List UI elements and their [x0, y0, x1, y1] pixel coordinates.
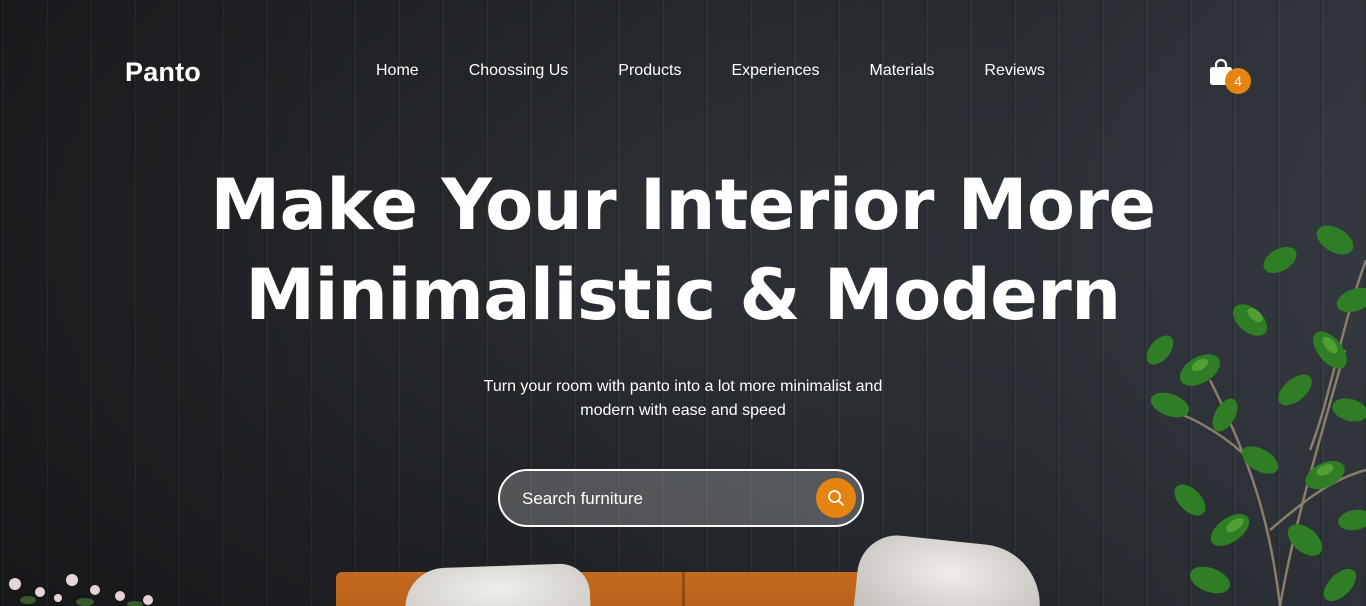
- nav-item-experiences[interactable]: Experiences: [731, 62, 819, 80]
- nav-item-choosing-us[interactable]: Choossing Us: [469, 62, 569, 80]
- nav-item-materials[interactable]: Materials: [869, 62, 934, 80]
- search-button[interactable]: [816, 478, 856, 518]
- search-bar: [498, 469, 864, 527]
- hero-section: Panto Home Choossing Us Products Experie…: [0, 0, 1366, 606]
- nav-item-products[interactable]: Products: [618, 62, 681, 80]
- pillow-image: [404, 562, 591, 606]
- cart-button[interactable]: 4: [1208, 58, 1252, 96]
- flowers-image: [9, 574, 153, 606]
- search-icon: [828, 490, 844, 506]
- hero-headline-line-1: Make Your Interior More: [210, 164, 1156, 246]
- main-nav: Home Choossing Us Products Experiences M…: [376, 62, 1045, 80]
- pillow-image: [853, 531, 1046, 606]
- hero-headline-line-2: Minimalistic & Modern: [245, 254, 1121, 336]
- sofa-seam: [682, 572, 685, 606]
- hero-subtitle: Turn your room with panto into a lot mor…: [483, 378, 883, 419]
- nav-item-home[interactable]: Home: [376, 62, 419, 80]
- cart-count-badge: 4: [1225, 68, 1251, 94]
- nav-item-reviews[interactable]: Reviews: [984, 62, 1044, 80]
- hero-headline: Make Your Interior More Minimalistic & M…: [0, 160, 1366, 340]
- search-input[interactable]: [520, 483, 804, 515]
- brand-logo[interactable]: Panto: [125, 57, 201, 88]
